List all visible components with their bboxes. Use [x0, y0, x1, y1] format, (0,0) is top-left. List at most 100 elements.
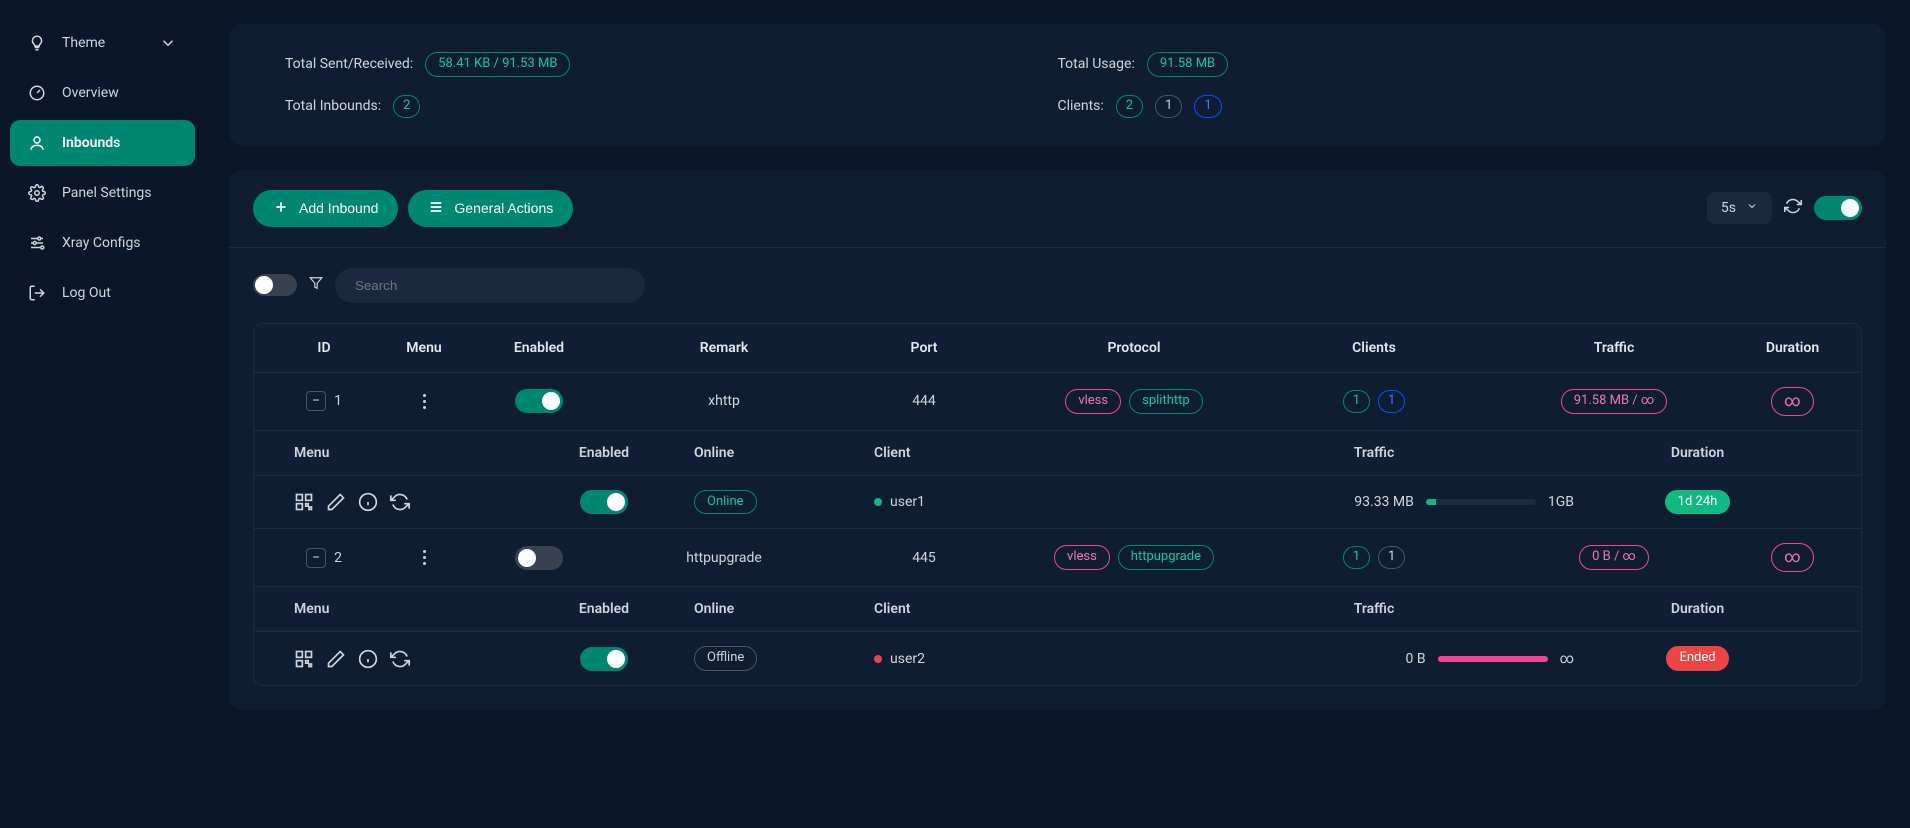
sh-enabled: Enabled: [514, 445, 694, 461]
sub-row: Online user1 93.33 MB 1GB 1d 24h: [254, 475, 1861, 529]
refresh-icon[interactable]: [1784, 197, 1802, 219]
th-traffic: Traffic: [1484, 340, 1744, 356]
row-id: 2: [334, 550, 342, 566]
autorefresh-toggle[interactable]: [1814, 196, 1862, 220]
logout-icon: [28, 284, 46, 302]
filter-icon[interactable]: [309, 276, 323, 294]
refresh-interval-value: 5s: [1721, 200, 1736, 216]
online-badge: Online: [694, 490, 757, 515]
gear-icon: [28, 184, 46, 202]
edit-icon[interactable]: [326, 492, 346, 512]
th-id: ID: [274, 340, 374, 356]
row-clients-green: 1: [1343, 390, 1370, 413]
th-port: Port: [844, 340, 1004, 356]
sidebar-item-logout[interactable]: Log Out: [10, 270, 195, 316]
sh-client: Client: [874, 601, 1174, 617]
sidebar-item-xray-configs[interactable]: Xray Configs: [10, 220, 195, 266]
stat-clients-label: Clients:: [1058, 98, 1104, 114]
sh-duration: Duration: [1574, 601, 1821, 617]
traffic-progress: [1426, 499, 1536, 505]
row-enabled-toggle[interactable]: [515, 546, 563, 570]
sidebar-label: Theme: [62, 35, 105, 51]
reset-icon[interactable]: [390, 649, 410, 669]
sub-used: 0 B: [1406, 651, 1426, 667]
sub-row: Offline user2 0 B ∞ Ended: [254, 631, 1861, 685]
th-clients: Clients: [1264, 340, 1484, 356]
row-clients-green: 1: [1343, 546, 1370, 569]
sh-menu: Menu: [294, 445, 514, 461]
sub-limit: 1GB: [1548, 494, 1574, 510]
sidebar: Theme Overview Inbounds Panel Settings X…: [0, 0, 205, 828]
row-enabled-toggle[interactable]: [515, 389, 563, 413]
row-menu-button[interactable]: [419, 390, 430, 413]
th-enabled: Enabled: [474, 340, 604, 356]
sidebar-item-overview[interactable]: Overview: [10, 70, 195, 116]
row-clients-blue: 1: [1378, 390, 1405, 413]
traffic-progress: [1438, 656, 1548, 662]
stat-sent-value: 58.41 KB / 91.53 MB: [425, 52, 570, 77]
row-traffic: 91.58 MB / ∞: [1561, 389, 1668, 414]
sub-limit: ∞: [1560, 651, 1574, 667]
sub-header: Menu Enabled Online Client Traffic Durat…: [254, 586, 1861, 631]
general-actions-label: General Actions: [454, 200, 553, 216]
stats-card: Total Sent/Received: 58.41 KB / 91.53 MB…: [229, 24, 1886, 146]
general-actions-button[interactable]: General Actions: [408, 190, 573, 227]
chevron-down-icon: [159, 34, 177, 52]
qr-icon[interactable]: [294, 492, 314, 512]
sub-used: 93.33 MB: [1354, 494, 1414, 510]
sidebar-label: Overview: [62, 85, 119, 101]
info-icon[interactable]: [358, 492, 378, 512]
qr-icon[interactable]: [294, 649, 314, 669]
row-remark: httpupgrade: [604, 550, 844, 566]
sub-client: user1: [890, 494, 925, 510]
sub-action-icons: [294, 649, 410, 669]
stat-sent-label: Total Sent/Received:: [285, 56, 413, 72]
row-clients-grey: 1: [1378, 546, 1405, 569]
row-proto1: vless: [1065, 389, 1121, 414]
filter-toggle[interactable]: [253, 274, 297, 296]
status-dot: [874, 498, 882, 506]
sub-action-icons: [294, 492, 410, 512]
main-content: Total Sent/Received: 58.41 KB / 91.53 MB…: [205, 0, 1910, 828]
row-menu-button[interactable]: [419, 546, 430, 569]
edit-icon[interactable]: [326, 649, 346, 669]
sub-header: Menu Enabled Online Client Traffic Durat…: [254, 430, 1861, 475]
row-id: 1: [334, 393, 342, 409]
row-proto2: splithttp: [1129, 389, 1203, 414]
stat-inbounds-value: 2: [393, 95, 420, 118]
sidebar-item-panel-settings[interactable]: Panel Settings: [10, 170, 195, 216]
stat-clients-grey: 1: [1155, 95, 1182, 118]
sh-enabled: Enabled: [514, 601, 694, 617]
stat-usage-label: Total Usage:: [1058, 56, 1135, 72]
chevron-down-icon: [1746, 200, 1758, 216]
sh-client: Client: [874, 445, 1174, 461]
table-header: ID Menu Enabled Remark Port Protocol Cli…: [254, 324, 1861, 372]
search-input[interactable]: [335, 268, 645, 303]
collapse-button[interactable]: −: [306, 391, 326, 411]
sub-duration: Ended: [1666, 646, 1728, 671]
stat-clients-green: 2: [1116, 95, 1143, 118]
online-badge: Offline: [694, 646, 757, 671]
sidebar-label: Inbounds: [62, 135, 120, 151]
row-proto2: httpupgrade: [1118, 545, 1214, 570]
add-inbound-button[interactable]: Add Inbound: [253, 190, 398, 227]
info-icon[interactable]: [358, 649, 378, 669]
reset-icon[interactable]: [390, 492, 410, 512]
row-port: 444: [844, 393, 1004, 409]
sub-enabled-toggle[interactable]: [580, 647, 628, 671]
inbounds-table: ID Menu Enabled Remark Port Protocol Cli…: [253, 323, 1862, 686]
sidebar-item-inbounds[interactable]: Inbounds: [10, 120, 195, 166]
sh-online: Online: [694, 601, 874, 617]
row-remark: xhttp: [604, 393, 844, 409]
th-remark: Remark: [604, 340, 844, 356]
table-row: − 1 xhttp 444 vless splithttp 1 1 91.58 …: [254, 372, 1861, 430]
sub-enabled-toggle[interactable]: [580, 490, 628, 514]
row-traffic: 0 B / ∞: [1579, 545, 1649, 570]
sub-duration: 1d 24h: [1665, 490, 1731, 515]
refresh-interval-select[interactable]: 5s: [1707, 192, 1772, 224]
sidebar-item-theme[interactable]: Theme: [10, 20, 195, 66]
inbounds-panel: Add Inbound General Actions 5s: [229, 170, 1886, 710]
collapse-button[interactable]: −: [306, 548, 326, 568]
row-duration: ∞: [1771, 387, 1813, 416]
sliders-icon: [28, 234, 46, 252]
